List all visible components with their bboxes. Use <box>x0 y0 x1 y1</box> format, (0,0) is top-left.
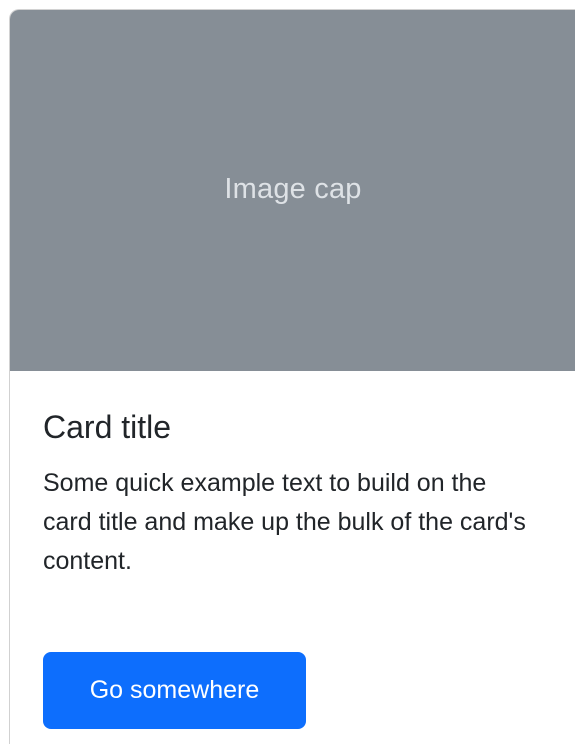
card-image-cap: Image cap <box>10 10 575 371</box>
card-body: Card title Some quick example text to bu… <box>43 408 543 729</box>
card: Image cap Card title Some quick example … <box>9 9 575 744</box>
card-title: Card title <box>43 409 172 445</box>
card-image-cap-label: Image cap <box>224 173 362 205</box>
page: Image cap Card title Some quick example … <box>0 0 575 744</box>
go-somewhere-button[interactable]: Go somewhere <box>43 652 306 729</box>
card-text: Some quick example text to build on the … <box>43 469 526 575</box>
